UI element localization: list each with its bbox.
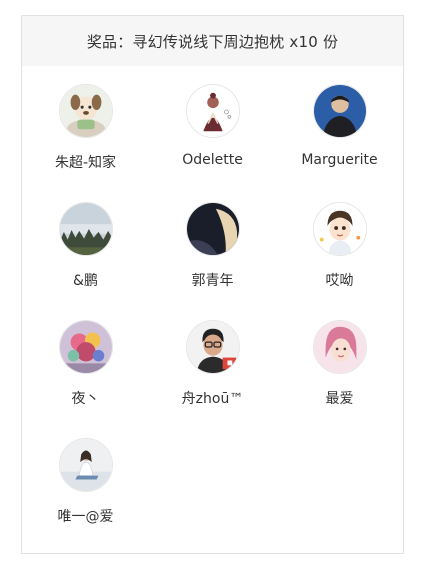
winner-item[interactable]: 唯一@爱 bbox=[22, 438, 149, 553]
winner-item[interactable]: 郭青年 bbox=[149, 202, 276, 320]
winner-name: 夜丶 bbox=[71, 391, 100, 407]
pink-portrait-avatar[interactable] bbox=[312, 320, 367, 374]
winner-item[interactable]: Marguerite bbox=[276, 84, 403, 202]
winner-item[interactable]: 朱超-知家 bbox=[22, 84, 149, 202]
winner-name: 舟zhoū™ bbox=[181, 391, 244, 407]
girl-sitting-avatar[interactable] bbox=[58, 438, 113, 492]
colorful-photo-avatar[interactable] bbox=[58, 320, 113, 374]
prize-header: 奖品：寻幻传说线下周边抱枕 x10 份 bbox=[22, 16, 403, 66]
winner-item[interactable]: 最爱 bbox=[276, 320, 403, 438]
winner-item[interactable]: Odelette bbox=[149, 84, 276, 202]
winner-name: 哎呦 bbox=[325, 273, 354, 289]
winner-name: 朱超-知家 bbox=[54, 155, 117, 171]
winner-name: Marguerite bbox=[301, 152, 378, 168]
winner-name: 唯一@爱 bbox=[57, 509, 114, 525]
winner-name: 郭青年 bbox=[191, 273, 234, 289]
winner-item[interactable]: 哎呦 bbox=[276, 202, 403, 320]
sketch-girl-avatar[interactable] bbox=[185, 84, 240, 138]
winner-name: Odelette bbox=[182, 152, 243, 168]
winner-name: 最爱 bbox=[325, 391, 354, 407]
cartoon-boy-avatar[interactable] bbox=[312, 202, 367, 256]
prize-winners-card: 奖品：寻幻传说线下周边抱枕 x10 份 朱超-知家 Odelette Margu… bbox=[21, 15, 404, 554]
prize-label: 奖品：寻幻传说线下周边抱枕 x10 份 bbox=[86, 32, 339, 51]
winner-item[interactable]: &鹏 bbox=[22, 202, 149, 320]
dark-photo-avatar[interactable] bbox=[185, 202, 240, 256]
man-photo-avatar[interactable] bbox=[312, 84, 367, 138]
landscape-avatar[interactable] bbox=[58, 202, 113, 256]
winner-item[interactable]: 舟zhoū™ bbox=[149, 320, 276, 438]
winner-grid: 朱超-知家 Odelette Marguerite &鹏 郭青年 哎呦 夜丶 舟… bbox=[22, 84, 403, 553]
man-with-glasses-avatar[interactable] bbox=[185, 320, 240, 374]
winner-name: &鹏 bbox=[73, 273, 98, 289]
cartoon-dog-avatar[interactable] bbox=[58, 84, 113, 138]
winner-item[interactable]: 夜丶 bbox=[22, 320, 149, 438]
